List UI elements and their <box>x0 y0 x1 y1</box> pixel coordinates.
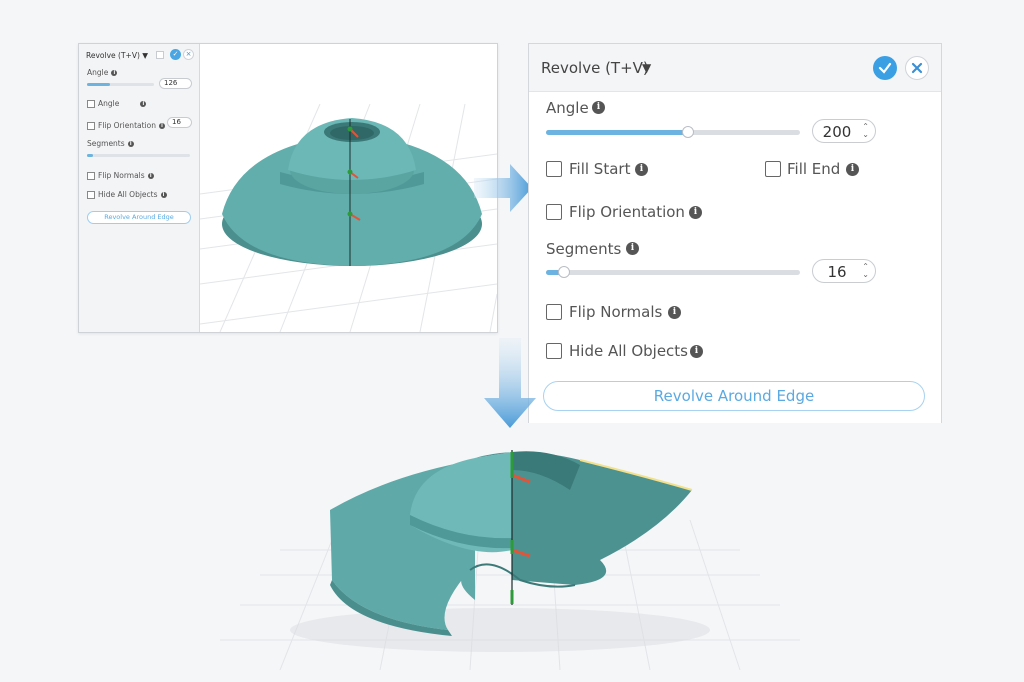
arrow-right-icon <box>474 164 532 212</box>
segments-value: 16 <box>827 263 847 281</box>
mini-flip-normals-row: Flip Normals i <box>87 171 154 180</box>
mini-square-icon <box>156 51 164 59</box>
mini-info-icon: i <box>160 191 167 198</box>
fill-end-checkbox[interactable] <box>765 161 781 177</box>
mini-angle-slider[interactable] <box>87 83 154 86</box>
mini-revolve-edge-button[interactable]: Revolve Around Edge <box>87 211 191 224</box>
dialog-title: Revolve (T+V) <box>541 59 649 77</box>
mini-angle-value: 126 <box>164 79 178 87</box>
confirm-button[interactable] <box>873 56 897 80</box>
mini-hide-all-row: Hide All Objects i <box>87 190 167 199</box>
mini-close-icon[interactable]: × <box>183 49 194 60</box>
mini-hide-all-label: Hide All Objects <box>98 190 158 199</box>
angle-info-icon[interactable]: i <box>592 101 605 114</box>
mini-segments-slider[interactable] <box>87 154 190 157</box>
mini-info-icon: i <box>127 140 134 147</box>
hide-all-objects-checkbox[interactable] <box>546 343 562 359</box>
mini-flip-normals-label: Flip Normals <box>98 171 145 180</box>
mini-hide-all-checkbox[interactable] <box>87 190 95 199</box>
flip-normals-checkbox[interactable] <box>546 304 562 320</box>
revolve-dialog: Revolve (T+V) ▼ Angle i 200 ⌃ ⌄ Fill Star… <box>528 43 942 423</box>
arrow-down-icon <box>484 338 536 428</box>
mini-confirm-icon[interactable]: ✓ <box>170 49 181 60</box>
segments-slider[interactable] <box>546 266 800 278</box>
angle-slider-fill <box>546 130 689 135</box>
mini-angle-slider-fill <box>87 83 111 86</box>
flip-normals-info-icon[interactable]: i <box>668 306 681 319</box>
revolve-around-edge-button[interactable]: Revolve Around Edge <box>543 381 925 411</box>
mini-angle-stepper[interactable]: 126 <box>159 78 192 89</box>
flip-orientation-checkbox[interactable] <box>546 204 562 220</box>
segments-label: Segments <box>546 240 622 258</box>
angle-stepper[interactable]: 200 ⌃ ⌄ <box>812 119 876 143</box>
hide-all-objects-label: Hide All Objects <box>569 342 688 360</box>
fill-start-checkbox[interactable] <box>546 161 562 177</box>
mini-segments-row: Segments i <box>87 139 134 148</box>
mini-revolved-model[interactable] <box>222 118 482 266</box>
mini-panel-title: Revolve (T+V) ▼ <box>86 51 149 60</box>
mini-angle-checkbox[interactable] <box>87 99 95 108</box>
fill-start-label: Fill Start <box>569 160 631 178</box>
dropdown-caret-icon[interactable]: ▼ <box>642 61 651 75</box>
mini-angle-checkbox-label: Angle <box>98 99 120 108</box>
mini-angle-row: Angle i <box>87 68 118 77</box>
angle-slider[interactable] <box>546 126 800 138</box>
mini-revolve-panel: Revolve (T+V) ▼ ✓ × Angle i 126 Angle i … <box>79 44 200 332</box>
mini-segments-stepper[interactable]: 16 <box>167 117 192 128</box>
mini-flip-orientation-row: Flip Orientation i <box>87 121 165 130</box>
mini-3d-viewport[interactable] <box>200 44 497 332</box>
fill-end-label: Fill End <box>787 160 841 178</box>
fill-end-info-icon[interactable]: i <box>846 163 859 176</box>
segments-slider-thumb[interactable] <box>557 266 570 278</box>
hide-all-objects-info-icon[interactable]: i <box>690 345 703 358</box>
mini-info-icon: i <box>140 100 147 107</box>
check-icon <box>878 62 892 74</box>
mini-info-icon: i <box>111 69 118 76</box>
flip-orientation-info-icon[interactable]: i <box>689 206 702 219</box>
segments-info-icon[interactable]: i <box>626 242 639 255</box>
angle-slider-thumb[interactable] <box>682 126 695 138</box>
flip-normals-label: Flip Normals <box>569 303 663 321</box>
dialog-header: Revolve (T+V) ▼ <box>529 44 941 92</box>
mini-segments-value: 16 <box>172 118 181 126</box>
segments-stepper[interactable]: 16 ⌃ ⌄ <box>812 259 876 283</box>
mini-screenshot: Revolve (T+V) ▼ ✓ × Angle i 126 Angle i … <box>78 43 498 333</box>
close-button[interactable] <box>905 56 929 80</box>
stepper-arrows-icon[interactable]: ⌃ ⌄ <box>862 263 869 279</box>
mini-info-icon: i <box>147 172 154 179</box>
result-3d-scene[interactable] <box>220 430 800 670</box>
mini-info-icon: i <box>158 122 165 129</box>
mini-flip-orientation-label: Flip Orientation <box>98 121 156 130</box>
mini-flip-orientation-checkbox[interactable] <box>87 121 95 130</box>
flip-orientation-label: Flip Orientation <box>569 203 685 221</box>
angle-label: Angle <box>546 99 589 117</box>
close-icon <box>911 62 923 74</box>
mini-angle-checkbox-row: Angle i <box>87 99 147 108</box>
fill-start-info-icon[interactable]: i <box>635 163 648 176</box>
angle-value: 200 <box>822 123 852 141</box>
mini-flip-normals-checkbox[interactable] <box>87 171 95 180</box>
mini-segments-label: Segments <box>87 139 125 148</box>
mini-segments-slider-fill <box>87 154 94 157</box>
stepper-arrows-icon[interactable]: ⌃ ⌄ <box>862 123 869 139</box>
mini-angle-label: Angle <box>87 68 109 77</box>
